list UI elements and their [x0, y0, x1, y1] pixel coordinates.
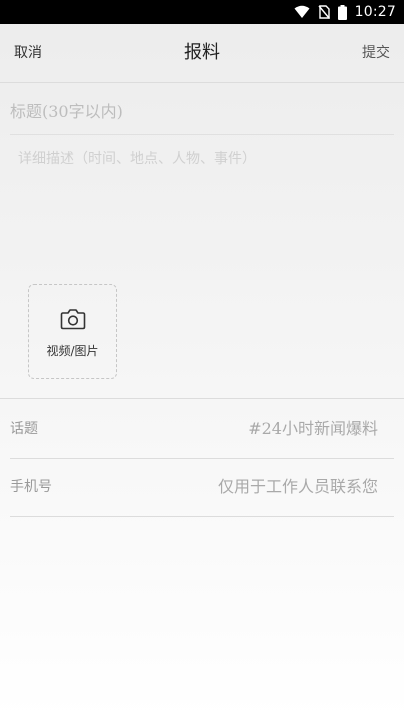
description-input[interactable] — [10, 144, 394, 264]
page-title: 报料 — [184, 42, 220, 63]
camera-icon — [60, 308, 86, 334]
phone-row: 手机号 仅用于工作人员联系您 — [10, 458, 394, 517]
topic-row[interactable]: 话题 #24小时新闻爆料 — [10, 400, 394, 459]
status-bar: 10:27 — [0, 0, 404, 24]
title-field-container — [10, 88, 394, 135]
media-upload-button[interactable]: 视频/图片 — [28, 284, 117, 379]
title-input[interactable] — [10, 88, 394, 134]
upload-label: 视频/图片 — [46, 344, 99, 358]
status-icons: 10:27 — [294, 0, 396, 24]
no-sim-icon — [318, 5, 330, 19]
battery-icon — [337, 4, 347, 20]
status-time: 10:27 — [354, 4, 396, 20]
wifi-icon — [294, 5, 310, 19]
description-field-container — [10, 144, 394, 264]
divider — [0, 398, 404, 399]
nav-bar: 取消 报料 提交 — [0, 24, 404, 83]
phone-input[interactable]: 仅用于工作人员联系您 — [218, 458, 378, 516]
topic-value: #24小时新闻爆料 — [248, 419, 378, 438]
topic-label: 话题 — [10, 421, 38, 437]
phone-label: 手机号 — [10, 479, 52, 495]
submit-button[interactable]: 提交 — [362, 24, 390, 82]
